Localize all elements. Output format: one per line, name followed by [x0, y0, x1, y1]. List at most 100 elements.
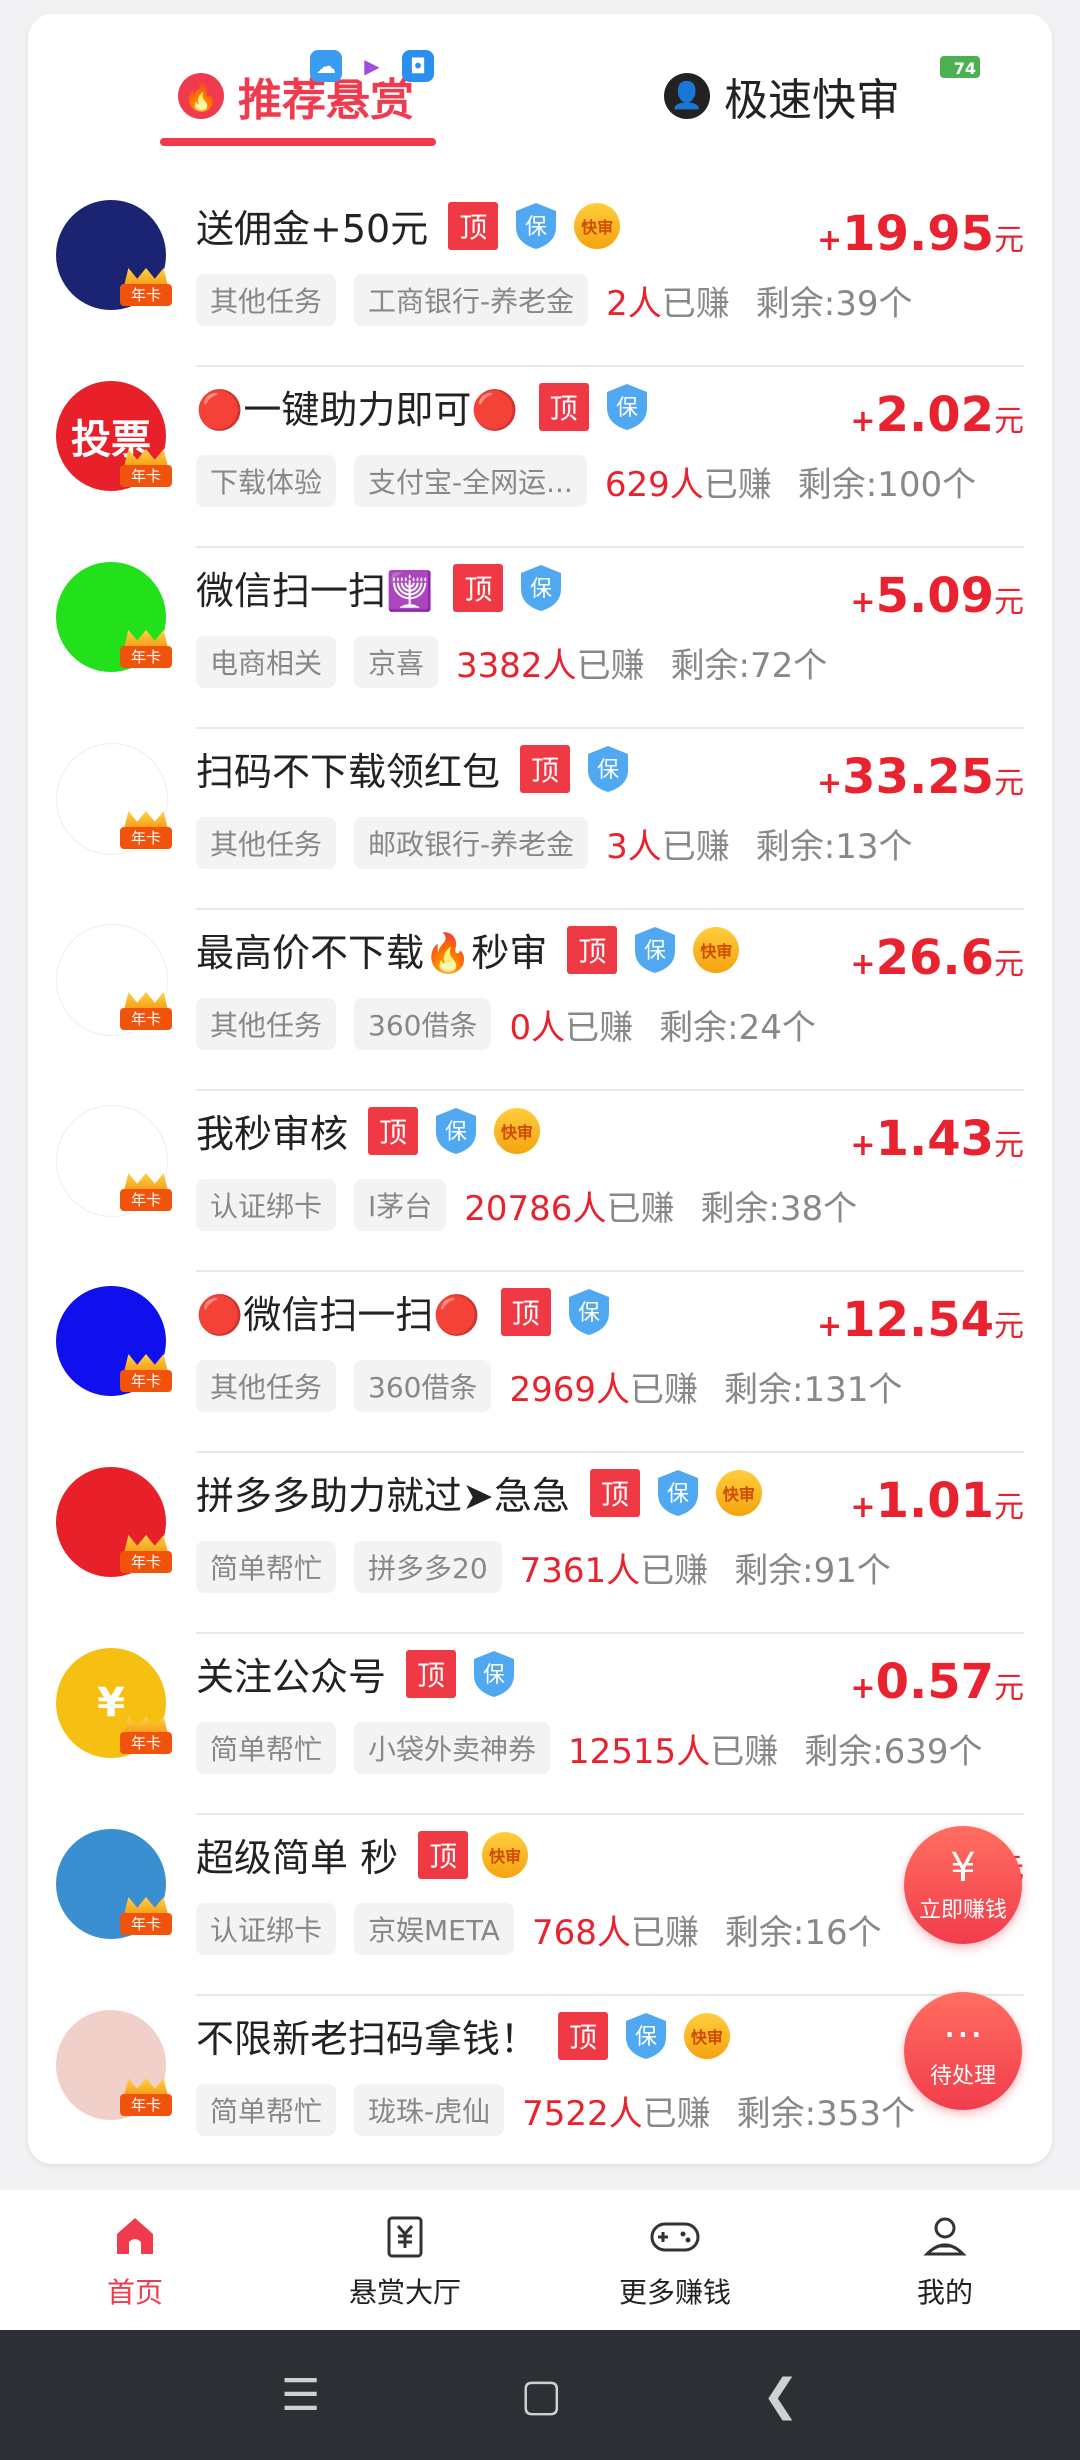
task-row[interactable]: 年卡 送佣金+50元顶 保 快审 其他任务 工商银行-养老金 2人已赚 剩余:39个 +19.9…	[28, 186, 1052, 367]
crown-label: 年卡	[120, 827, 172, 849]
task-title-line: 我秒审核顶 保 快审	[196, 1103, 541, 1158]
tab-fast-review[interactable]: 👤 极速快审	[664, 64, 900, 128]
menu-icon[interactable]: ☰	[281, 2370, 320, 2421]
crown-label: 年卡	[120, 1189, 172, 1211]
earn-now-label: 立即赚钱	[918, 1898, 1007, 1923]
earned-count: 3382人已赚	[456, 638, 645, 687]
task-meta: 其他任务 360借条 2969人已赚 剩余:131个	[196, 1360, 902, 1412]
fast-review-badge: 快审	[494, 1107, 541, 1154]
nav-reward-hall[interactable]: 悬赏大厅	[270, 2190, 540, 2330]
task-row[interactable]: 年卡 我秒审核顶 保 快审 认证绑卡 I茅台 20786人已赚 剩余:38个 +1.43元	[28, 1091, 1052, 1272]
earned-number: 3382人	[456, 645, 577, 686]
crown-label: 年卡	[120, 1732, 172, 1754]
bottom-nav: 首页 悬赏大厅 更多赚钱 我的	[0, 2190, 1080, 2330]
earned-suffix: 已赚	[703, 464, 772, 505]
earned-number: 7361人	[519, 1550, 641, 1591]
task-row[interactable]: 年卡 不限新老扫码拿钱！ 顶 保 快审 简单帮忙 珑珠-虎仙 7522人已赚 剩余:353个	[28, 1996, 1052, 2164]
price-value: 33.25	[842, 749, 994, 805]
reward-price: +1.43元	[850, 1111, 1024, 1167]
guarantee-shield-icon: 保	[657, 1469, 698, 1516]
merchant-tag: 360借条	[354, 998, 492, 1050]
pending-label: 待处理	[929, 2064, 996, 2089]
task-title: 微信扫一扫🕎	[196, 569, 434, 613]
task-row[interactable]: 年卡超级简单 秒顶快审认证绑卡京娱META768人已赚剩余:16个+8元	[28, 1815, 1052, 1996]
price-plus: +	[817, 766, 843, 801]
task-meta: 下载体验 支付宝-全网运... 629人已赚 剩余:100个	[196, 455, 976, 507]
earned-number: 3人	[606, 826, 662, 867]
earned-number: 7522人	[522, 2093, 643, 2134]
task-row[interactable]: 年卡 扫码不下载领红包顶 保其他任务 邮政银行-养老金 3人已赚 剩余:13个 +33.25…	[28, 729, 1052, 910]
price-plus: +	[850, 1671, 876, 1706]
price-plus: +	[850, 947, 876, 982]
top-badge: 顶	[558, 2011, 609, 2060]
earned-suffix: 已赚	[661, 283, 730, 324]
svg-text:保: 保	[578, 1301, 600, 1326]
remaining-count: 剩余:639个	[804, 1731, 983, 1772]
nav-home[interactable]: 首页	[0, 2190, 270, 2330]
reward-price: +26.6元	[850, 930, 1024, 986]
fast-review-badge: 快审	[715, 1469, 762, 1516]
task-title-line: 送佣金+50元顶 保 快审	[196, 198, 621, 253]
nav-reward-hall-label: 悬赏大厅	[348, 2276, 461, 2309]
crown-label: 年卡	[120, 1551, 172, 1573]
earned-number: 0人	[509, 1007, 566, 1048]
top-badge: 顶	[368, 1106, 419, 1155]
tab-indicator	[160, 138, 436, 146]
crown-icon: 年卡	[120, 1897, 172, 1937]
earned-suffix: 已赚	[640, 1550, 709, 1591]
task-title-line: 扫码不下载领红包顶 保	[196, 741, 646, 796]
crown-label: 年卡	[120, 465, 172, 487]
earn-now-button[interactable]: ¥ 立即赚钱	[904, 1826, 1022, 1944]
nav-profile[interactable]: 我的	[810, 2190, 1080, 2330]
back-icon[interactable]: ❮	[762, 2370, 799, 2421]
price-unit: 元	[994, 947, 1024, 982]
category-tag: 简单帮忙	[196, 1541, 337, 1593]
svg-text:保: 保	[525, 215, 547, 240]
task-meta: 电商相关 京喜 3382人已赚 剩余:72个	[196, 636, 827, 688]
earned-count: 12515人已赚	[568, 1724, 778, 1773]
task-card: 🔥 推荐悬赏 👤 极速快审 年卡 送佣金+50元顶保快审 其他任务 工商银行-养老金 2…	[28, 14, 1052, 2164]
crown-icon: 年卡	[120, 1535, 172, 1575]
category-tag: 认证绑卡	[196, 1179, 337, 1231]
battery-indicator: 74	[940, 56, 980, 78]
task-title: 🔴一键助力即可🔴	[196, 388, 519, 432]
chat-icon: ◘	[402, 50, 434, 82]
earned-count: 0人已赚	[509, 1000, 633, 1049]
top-badge: 顶	[406, 1649, 457, 1698]
home-square-icon[interactable]: ▢	[521, 2370, 563, 2421]
reward-hall-icon	[378, 2209, 432, 2263]
task-avatar: 年卡	[56, 1467, 172, 1577]
pending-icon: ⋯	[943, 2011, 983, 2057]
gamepad-icon	[648, 2209, 702, 2263]
task-row[interactable]: 年卡 拼多多助力就过➤急急顶 保 快审 简单帮忙 拼多多20 7361人已赚 剩余:91个 +1…	[28, 1453, 1052, 1634]
task-row[interactable]: ¥ 年卡 关注公众号顶 保简单帮忙 小袋外卖神券 12515人已赚 剩余:639个 +0.57…	[28, 1634, 1052, 1815]
price-unit: 元	[994, 1309, 1024, 1344]
nav-more-earn[interactable]: 更多赚钱	[540, 2190, 810, 2330]
guarantee-shield-icon: 保	[521, 564, 562, 611]
remaining-count: 剩余:91个	[734, 1550, 891, 1591]
category-tag: 其他任务	[196, 1360, 337, 1412]
task-avatar: 年卡	[56, 1286, 172, 1396]
price-value: 1.43	[875, 1111, 994, 1167]
flame-icon: 🔥	[178, 73, 224, 119]
price-value: 19.95	[842, 206, 994, 262]
merchant-tag: 拼多多20	[354, 1541, 502, 1593]
task-title-line: 不限新老扫码拿钱！ 顶 保 快审	[196, 2008, 731, 2063]
crown-label: 年卡	[120, 646, 172, 668]
price-value: 12.54	[842, 1292, 994, 1348]
task-row[interactable]: 年卡 🔴微信扫一扫🔴 顶 保其他任务 360借条 2969人已赚 剩余:131个 +12.54…	[28, 1272, 1052, 1453]
merchant-tag: 小袋外卖神券	[354, 1722, 551, 1774]
task-avatar: 年卡	[56, 200, 172, 310]
guarantee-shield-icon: 保	[436, 1107, 477, 1154]
pending-button[interactable]: ⋯ 待处理	[904, 1992, 1022, 2110]
earned-number: 629人	[604, 464, 704, 505]
task-title-line: 🔴微信扫一扫🔴 顶 保	[196, 1284, 627, 1339]
merchant-tag: 珑珠-虎仙	[354, 2084, 505, 2136]
task-title: 不限新老扫码拿钱！	[196, 2017, 539, 2061]
task-row[interactable]: 投票 年卡 🔴一键助力即可🔴 顶 保下载体验 支付宝-全网运... 629人已赚 剩余:100…	[28, 367, 1052, 548]
guarantee-shield-icon: 保	[635, 926, 676, 973]
crown-icon: 年卡	[120, 268, 172, 308]
task-row[interactable]: 年卡 微信扫一扫🕎 顶 保电商相关 京喜 3382人已赚 剩余:72个 +5.09元	[28, 548, 1052, 729]
task-row[interactable]: 年卡 最高价不下载🔥秒审顶 保 快审 其他任务 360借条 0人已赚 剩余:24个 +26.6元	[28, 910, 1052, 1091]
top-badge: 顶	[567, 925, 618, 974]
